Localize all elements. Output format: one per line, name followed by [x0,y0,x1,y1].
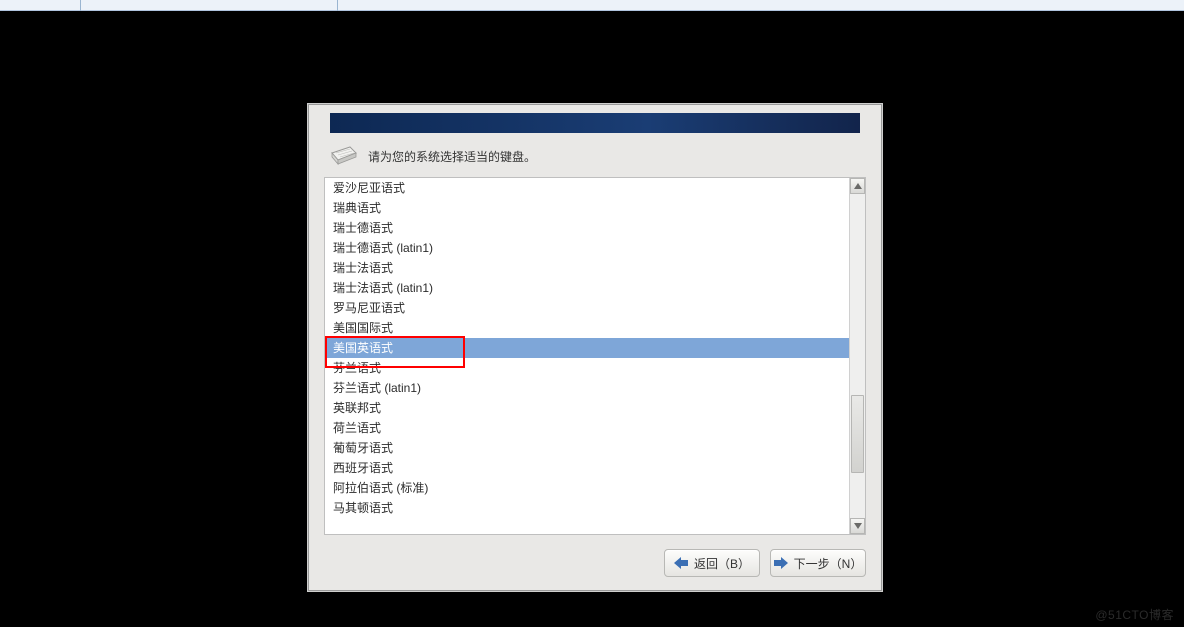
list-item[interactable]: 美国英语式 [325,338,849,358]
installer-window: 请为您的系统选择适当的键盘。 爱沙尼亚语式瑞典语式瑞士德语式瑞士德语式 (lat… [307,103,883,592]
prompt-text: 请为您的系统选择适当的键盘。 [368,148,536,165]
desktop-background: 请为您的系统选择适当的键盘。 爱沙尼亚语式瑞典语式瑞士德语式瑞士德语式 (lat… [0,11,1184,627]
keyboard-icon [330,145,358,167]
list-item[interactable]: 葡萄牙语式 [325,438,849,458]
back-button-label: 返回（B） [694,555,750,572]
arrow-right-icon [774,557,788,569]
scroll-up-button[interactable] [850,178,865,194]
scroll-track[interactable] [850,194,865,518]
list-item[interactable]: 英联邦式 [325,398,849,418]
button-row: 返回（B） 下一步（N） [308,535,882,589]
list-item[interactable]: 瑞士德语式 (latin1) [325,238,849,258]
scroll-thumb[interactable] [851,395,864,473]
ruler-tick [80,0,81,11]
keyboard-list[interactable]: 爱沙尼亚语式瑞典语式瑞士德语式瑞士德语式 (latin1)瑞士法语式瑞士法语式 … [325,178,849,534]
back-button[interactable]: 返回（B） [664,549,760,577]
next-button-label: 下一步（N） [794,555,863,572]
ruler-tick [337,0,338,11]
list-item[interactable]: 瑞士德语式 [325,218,849,238]
watermark: @51CTO博客 [1095,606,1174,623]
list-item[interactable]: 爱沙尼亚语式 [325,178,849,198]
list-item[interactable]: 芬兰语式 (latin1) [325,378,849,398]
top-ruler [0,0,1184,11]
next-button[interactable]: 下一步（N） [770,549,866,577]
list-item[interactable]: 瑞士法语式 [325,258,849,278]
list-item[interactable]: 阿拉伯语式 (标准) [325,478,849,498]
scroll-down-button[interactable] [850,518,865,534]
list-item[interactable]: 荷兰语式 [325,418,849,438]
installer-banner [330,113,860,133]
arrow-left-icon [674,557,688,569]
keyboard-list-frame: 爱沙尼亚语式瑞典语式瑞士德语式瑞士德语式 (latin1)瑞士法语式瑞士法语式 … [324,177,866,535]
list-item[interactable]: 美国国际式 [325,318,849,338]
list-item[interactable]: 罗马尼亚语式 [325,298,849,318]
prompt-row: 请为您的系统选择适当的键盘。 [330,143,860,169]
list-item[interactable]: 瑞士法语式 (latin1) [325,278,849,298]
scrollbar[interactable] [849,178,865,534]
list-item[interactable]: 芬兰语式 [325,358,849,378]
list-item[interactable]: 瑞典语式 [325,198,849,218]
list-item[interactable]: 西班牙语式 [325,458,849,478]
list-item[interactable]: 马其顿语式 [325,498,849,518]
